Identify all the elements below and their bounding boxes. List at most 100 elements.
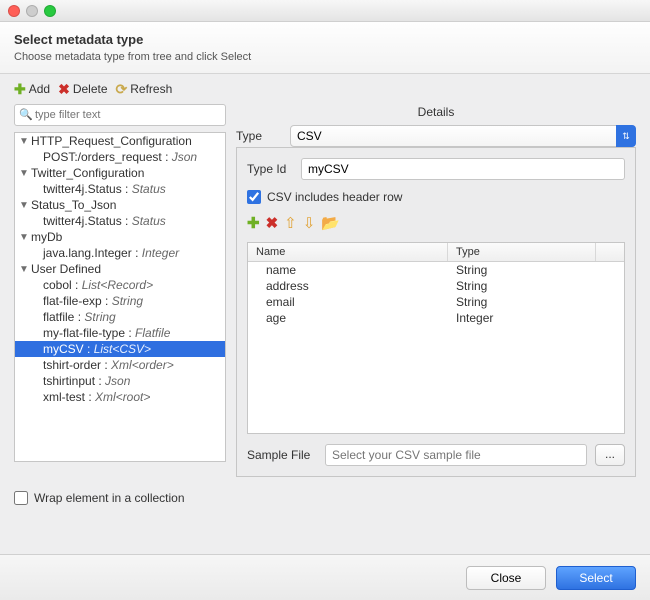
- tree-item-type: Xml<order>: [111, 358, 174, 372]
- x-icon: ✖: [58, 82, 70, 96]
- tree-item-name: cobol: [43, 278, 72, 292]
- tree-item-type: Status: [132, 182, 166, 196]
- field-delete-icon[interactable]: ✖: [266, 214, 279, 232]
- tree-item-name: my-flat-file-type: [43, 326, 125, 340]
- add-button[interactable]: ✚ Add: [14, 82, 50, 96]
- typeid-input[interactable]: [301, 158, 625, 180]
- tree-item[interactable]: xml-test : Xml<root>: [15, 389, 225, 405]
- window-close-icon[interactable]: [8, 5, 20, 17]
- tree-item[interactable]: java.lang.Integer : Integer: [15, 245, 225, 261]
- tree-item-type: String: [112, 294, 143, 308]
- disclosure-icon: ▼: [19, 136, 29, 147]
- csv-header-checkbox-input[interactable]: [247, 190, 261, 204]
- refresh-button-label: Refresh: [130, 82, 172, 96]
- tree-item-type: Status: [132, 214, 166, 228]
- refresh-icon: ⟳: [116, 82, 128, 96]
- metadata-tree[interactable]: ▼HTTP_Request_ConfigurationPOST:/orders_…: [14, 132, 226, 462]
- tree-group-label: myDb: [31, 230, 62, 244]
- tree-item[interactable]: tshirtinput : Json: [15, 373, 225, 389]
- tree-group-label: HTTP_Request_Configuration: [31, 134, 192, 148]
- filter-input[interactable]: [14, 104, 226, 126]
- tree-item[interactable]: twitter4j.Status : Status: [15, 181, 225, 197]
- field-down-icon[interactable]: ⇩: [303, 214, 316, 232]
- col-name[interactable]: Name: [248, 243, 448, 261]
- tree-item-type: Integer: [142, 246, 179, 260]
- select-button[interactable]: Select: [556, 566, 636, 590]
- field-toolbar: ✚ ✖ ⇧ ⇩ 📂: [247, 214, 625, 232]
- tree-item[interactable]: POST:/orders_request : Json: [15, 149, 225, 165]
- type-select[interactable]: CSV: [290, 125, 636, 147]
- tree-item[interactable]: flatfile : String: [15, 309, 225, 325]
- tree-group[interactable]: ▼Status_To_Json: [15, 197, 225, 213]
- cell-name: email: [248, 294, 448, 310]
- tree-item[interactable]: cobol : List<Record>: [15, 277, 225, 293]
- wrap-label: Wrap element in a collection: [34, 491, 185, 505]
- window-titlebar: [0, 0, 650, 22]
- sample-file-input[interactable]: [325, 444, 587, 466]
- type-label: Type: [236, 129, 282, 143]
- tree-item[interactable]: tshirt-order : Xml<order>: [15, 357, 225, 373]
- tree-group[interactable]: ▼HTTP_Request_Configuration: [15, 133, 225, 149]
- tree-group[interactable]: ▼myDb: [15, 229, 225, 245]
- table-row[interactable]: nameString: [248, 262, 624, 278]
- window-minimize-icon: [26, 5, 38, 17]
- tree-item[interactable]: my-flat-file-type : Flatfile: [15, 325, 225, 341]
- col-type[interactable]: Type: [448, 243, 596, 261]
- csv-header-checkbox[interactable]: CSV includes header row: [247, 190, 625, 204]
- folder-open-icon[interactable]: 📂: [321, 214, 340, 232]
- cell-name: name: [248, 262, 448, 278]
- tree-item-name: tshirtinput: [43, 374, 95, 388]
- tree-group[interactable]: ▼User Defined: [15, 261, 225, 277]
- tree-item-name: flatfile: [43, 310, 74, 324]
- disclosure-icon: ▼: [19, 168, 29, 179]
- field-add-icon[interactable]: ✚: [247, 214, 260, 232]
- tree-item[interactable]: myCSV : List<CSV>: [15, 341, 225, 357]
- add-button-label: Add: [29, 82, 50, 96]
- window-zoom-icon[interactable]: [44, 5, 56, 17]
- table-row[interactable]: ageInteger: [248, 310, 624, 326]
- browse-button[interactable]: ...: [595, 444, 625, 466]
- cell-type: String: [448, 262, 624, 278]
- tree-item-name: twitter4j.Status: [43, 182, 122, 196]
- tree-group-label: Twitter_Configuration: [31, 166, 144, 180]
- tree-item-type: List<Record>: [82, 278, 153, 292]
- dialog-header: Select metadata type Choose metadata typ…: [0, 22, 650, 74]
- tree-item-type: List<CSV>: [94, 342, 151, 356]
- wrap-checkbox[interactable]: [14, 491, 28, 505]
- sample-file-label: Sample File: [247, 448, 317, 462]
- dialog-footer: Close Select: [0, 554, 650, 600]
- delete-button[interactable]: ✖ Delete: [58, 82, 107, 96]
- csv-header-label: CSV includes header row: [267, 190, 402, 204]
- cell-name: age: [248, 310, 448, 326]
- field-up-icon[interactable]: ⇧: [284, 214, 297, 232]
- table-row[interactable]: emailString: [248, 294, 624, 310]
- tree-item-type: Json: [172, 150, 197, 164]
- tree-item-name: tshirt-order: [43, 358, 101, 372]
- tree-item[interactable]: flat-file-exp : String: [15, 293, 225, 309]
- dialog-title: Select metadata type: [14, 32, 636, 47]
- cell-type: String: [448, 278, 624, 294]
- cell-type: Integer: [448, 310, 624, 326]
- plus-icon: ✚: [14, 82, 26, 96]
- tree-item-name: POST:/orders_request: [43, 150, 162, 164]
- tree-item-type: Json: [105, 374, 130, 388]
- dialog-subtitle: Choose metadata type from tree and click…: [14, 51, 636, 63]
- tree-item-name: twitter4j.Status: [43, 214, 122, 228]
- tree-group-label: Status_To_Json: [31, 198, 116, 212]
- toolbar: ✚ Add ✖ Delete ⟳ Refresh: [0, 74, 650, 104]
- disclosure-icon: ▼: [19, 232, 29, 243]
- refresh-button[interactable]: ⟳ Refresh: [116, 82, 173, 96]
- table-row[interactable]: addressString: [248, 278, 624, 294]
- close-button[interactable]: Close: [466, 566, 546, 590]
- tree-item-type: Flatfile: [135, 326, 170, 340]
- typeid-label: Type Id: [247, 162, 293, 176]
- tree-item-name: flat-file-exp: [43, 294, 102, 308]
- tree-item[interactable]: twitter4j.Status : Status: [15, 213, 225, 229]
- delete-button-label: Delete: [73, 82, 108, 96]
- tree-item-type: String: [84, 310, 115, 324]
- tree-item-name: myCSV: [43, 342, 84, 356]
- tree-item-type: Xml<root>: [95, 390, 150, 404]
- col-spacer: [596, 243, 624, 261]
- tree-group[interactable]: ▼Twitter_Configuration: [15, 165, 225, 181]
- cell-type: String: [448, 294, 624, 310]
